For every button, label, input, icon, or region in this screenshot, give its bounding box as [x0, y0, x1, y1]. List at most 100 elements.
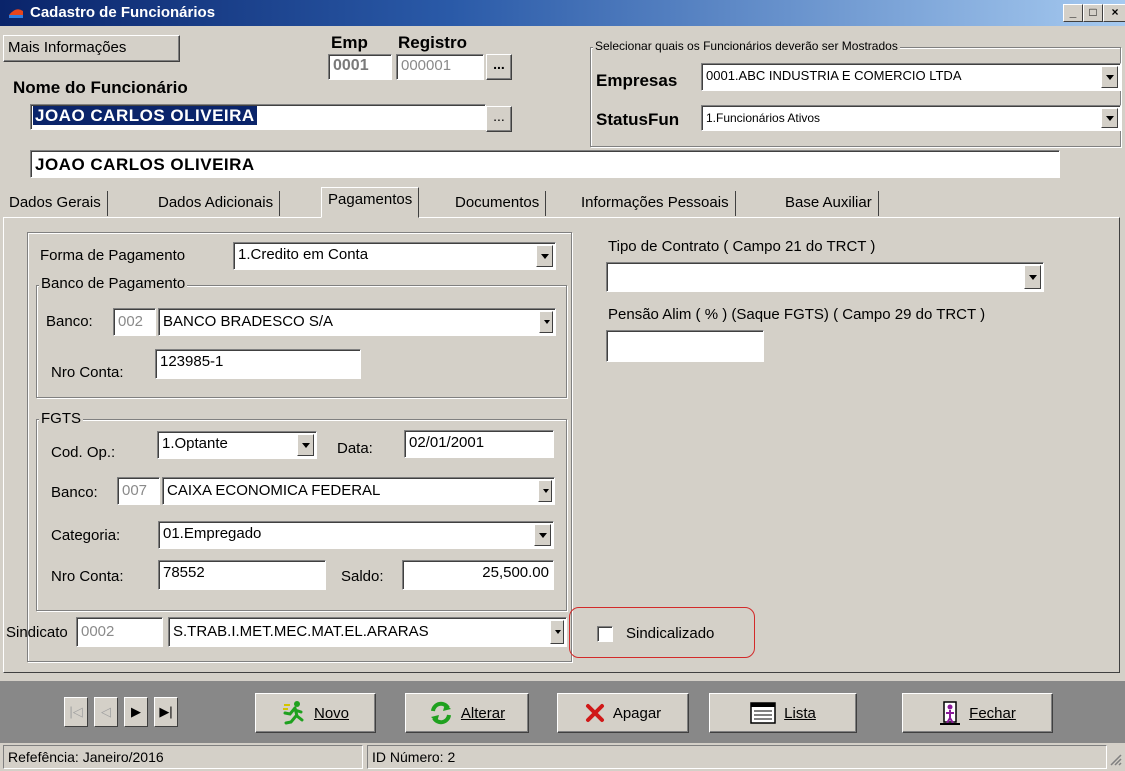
statusfun-value: 1.Funcionários Ativos: [706, 111, 821, 125]
chevron-down-icon[interactable]: [297, 434, 314, 456]
nro-conta-field[interactable]: 123985-1: [155, 349, 361, 379]
close-icon[interactable]: ×: [1103, 4, 1125, 22]
fgts-banco-select[interactable]: CAIXA ECONOMICA FEDERAL: [162, 477, 555, 505]
fgts-nro-conta-label: Nro Conta:: [51, 568, 124, 585]
fechar-button[interactable]: Fechar: [902, 693, 1053, 733]
forma-pagamento-label: Forma de Pagamento: [40, 247, 186, 264]
tab-base-auxiliar[interactable]: Base Auxiliar: [779, 191, 879, 216]
tab-label: Dados Gerais: [9, 194, 101, 211]
cod-op-select[interactable]: 1.Optante: [157, 431, 317, 459]
statusfun-label: StatusFun: [596, 110, 680, 129]
lista-button[interactable]: Lista: [709, 693, 857, 733]
prev-record-button[interactable]: ◁: [94, 697, 118, 727]
fechar-label: Fechar: [969, 704, 1016, 722]
chevron-down-icon[interactable]: [1101, 108, 1118, 128]
apagar-button[interactable]: Apagar: [557, 693, 689, 733]
chevron-down-icon[interactable]: [1024, 265, 1041, 289]
fgts-banco-code-field[interactable]: 007: [117, 477, 160, 505]
fgts-nro-conta-field[interactable]: 78552: [158, 560, 326, 590]
employee-window: Cadastro de Funcionários _ □ × Mais Info…: [0, 0, 1125, 771]
chevron-down-icon[interactable]: [539, 311, 553, 333]
status-id-numero: ID Número: 2: [367, 745, 1107, 769]
tab-documentos[interactable]: Documentos: [449, 191, 547, 216]
next-record-button[interactable]: ▶: [124, 697, 148, 727]
sindicato-select[interactable]: S.TRAB.I.MET.MEC.MAT.EL.ARARAS: [168, 617, 567, 647]
registro-lookup-button[interactable]: ...: [486, 54, 512, 80]
fgts-banco-value: CAIXA ECONOMICA FEDERAL: [167, 482, 381, 499]
first-record-button[interactable]: |◁: [64, 697, 88, 727]
alterar-label: Alterar: [460, 704, 506, 722]
banco-code-field[interactable]: 002: [113, 308, 156, 336]
nro-conta-label: Nro Conta:: [51, 364, 124, 381]
cod-op-value: 1.Optante: [162, 435, 228, 452]
last-record-button[interactable]: ▶|: [154, 697, 178, 727]
running-man-icon: [282, 701, 304, 725]
chevron-down-icon[interactable]: [536, 245, 553, 267]
cod-op-label: Cod. Op.:: [51, 444, 116, 461]
sindicato-value: S.TRAB.I.MET.MEC.MAT.EL.ARARAS: [173, 623, 429, 640]
apagar-label: Apagar: [612, 704, 662, 722]
minimize-icon[interactable]: _: [1063, 4, 1083, 22]
tab-pagamentos[interactable]: Pagamentos: [321, 187, 420, 218]
saldo-label: Saldo:: [341, 568, 384, 585]
alterar-button[interactable]: Alterar: [405, 693, 529, 733]
nome-lookup-button[interactable]: ...: [486, 106, 512, 132]
empresas-value: 0001.ABC INDUSTRIA E COMERCIO LTDA: [706, 68, 962, 83]
banco-pagamento-group: [36, 285, 567, 398]
fgts-title: FGTS: [39, 410, 83, 427]
categoria-select[interactable]: 01.Empregado: [158, 521, 554, 549]
data-field[interactable]: 02/01/2001: [404, 430, 554, 458]
data-label: Data:: [337, 440, 373, 457]
tab-dados-gerais[interactable]: Dados Gerais: [3, 191, 108, 216]
tab-informacoes-pessoais[interactable]: Informações Pessoais: [575, 191, 736, 216]
tab-label: Pagamentos: [328, 191, 413, 208]
chevron-down-icon[interactable]: [550, 620, 564, 644]
exit-door-icon: [940, 701, 961, 725]
fgts-banco-label: Banco:: [51, 484, 98, 501]
registro-label: Registro: [398, 33, 467, 52]
categoria-value: 01.Empregado: [163, 525, 262, 542]
categoria-label: Categoria:: [51, 527, 121, 544]
emp-label: Emp: [331, 33, 368, 52]
tab-label: Informações Pessoais: [581, 194, 729, 211]
filter-group: [590, 47, 1121, 147]
banco-select[interactable]: BANCO BRADESCO S/A: [158, 308, 556, 336]
mais-informacoes-button[interactable]: Mais Informações: [3, 35, 180, 62]
tab-dados-adicionais[interactable]: Dados Adicionais: [152, 191, 281, 216]
sindicalizado-label: Sindicalizado: [626, 625, 715, 642]
chevron-down-icon[interactable]: [534, 524, 551, 546]
nome-funcionario-field[interactable]: JOAO CARLOS OLIVEIRA: [30, 104, 486, 130]
emp-field[interactable]: 0001: [328, 54, 392, 80]
saldo-field[interactable]: 25,500.00: [402, 560, 554, 590]
sindicalizado-checkbox[interactable]: [597, 626, 613, 642]
nome-completo-field[interactable]: JOAO CARLOS OLIVEIRA: [30, 150, 1060, 178]
tab-label: Documentos: [455, 194, 540, 211]
refresh-icon: [430, 701, 451, 725]
forma-pagamento-select[interactable]: 1.Credito em Conta: [233, 242, 556, 270]
statusfun-select[interactable]: 1.Funcionários Ativos: [701, 105, 1121, 131]
registro-field[interactable]: 000001: [396, 54, 484, 80]
resize-grip-icon[interactable]: [1108, 752, 1122, 766]
app-icon: [9, 9, 23, 18]
nome-funcionario-label: Nome do Funcionário: [13, 78, 188, 97]
banco-pagamento-title: Banco de Pagamento: [39, 275, 188, 292]
tab-label: Base Auxiliar: [785, 194, 872, 211]
filter-group-title: Selecionar quais os Funcionários deverão…: [593, 39, 900, 53]
chevron-down-icon[interactable]: [538, 480, 552, 502]
title-bar[interactable]: Cadastro de Funcionários _ □ ×: [0, 0, 1125, 26]
mais-informacoes-label: Mais Informações: [8, 39, 127, 56]
pensao-field[interactable]: [606, 330, 764, 362]
novo-button[interactable]: Novo: [255, 693, 376, 733]
empresas-select[interactable]: 0001.ABC INDUSTRIA E COMERCIO LTDA: [701, 63, 1121, 91]
chevron-down-icon[interactable]: [1101, 66, 1118, 88]
maximize-icon[interactable]: □: [1083, 4, 1103, 22]
banco-label: Banco:: [46, 313, 93, 330]
sindicato-code-field[interactable]: 0002: [76, 617, 163, 647]
novo-label: Novo: [313, 704, 350, 722]
nome-funcionario-selection: JOAO CARLOS OLIVEIRA: [33, 106, 257, 125]
list-window-icon: [750, 702, 776, 724]
window-title: Cadastro de Funcionários: [30, 4, 216, 21]
pensao-label: Pensão Alim ( % ) (Saque FGTS) ( Campo 2…: [608, 306, 986, 323]
tipo-contrato-label: Tipo de Contrato ( Campo 21 do TRCT ): [608, 238, 876, 255]
tipo-contrato-select[interactable]: [606, 262, 1044, 292]
